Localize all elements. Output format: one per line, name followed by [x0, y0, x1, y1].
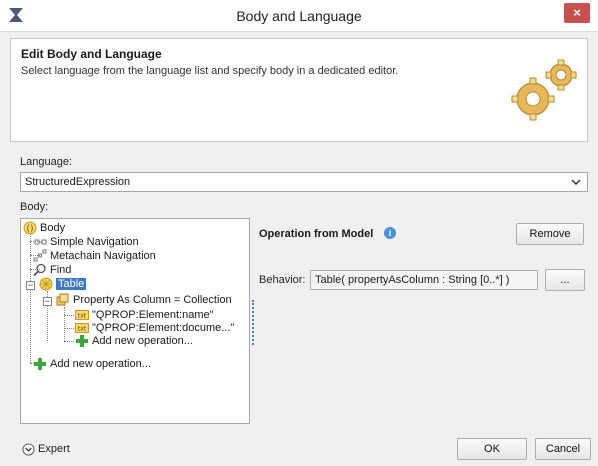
- table-icon: [39, 277, 53, 291]
- txt-icon: txt: [75, 310, 89, 320]
- language-label: Language:: [20, 156, 72, 168]
- tree-connector: [64, 307, 65, 341]
- browse-button[interactable]: ...: [545, 269, 585, 291]
- tree-item-label: Find: [50, 264, 72, 276]
- tree-item-property-as-column[interactable]: Property As Column = Collection: [56, 293, 232, 307]
- tree-item-add-operation[interactable]: Add new operation...: [33, 357, 151, 371]
- tree-item-label: Property As Column = Collection: [73, 294, 232, 306]
- tree-item-qprop-name[interactable]: txt "QPROP:Element:name": [75, 308, 214, 322]
- behavior-label: Behavior:: [259, 274, 306, 286]
- tree-item-simple-navigation[interactable]: Simple Navigation: [33, 235, 139, 249]
- collapse-toggle-icon[interactable]: −: [43, 297, 52, 306]
- tree-item-label: Metachain Navigation: [50, 250, 156, 262]
- gears-icon: [511, 59, 577, 121]
- chevron-down-circle-icon[interactable]: [22, 443, 35, 456]
- svg-text:txt: txt: [78, 326, 87, 333]
- tree-item-label: Add new operation...: [50, 358, 151, 370]
- add-icon: [76, 335, 88, 347]
- tree-connector: [64, 315, 74, 316]
- tree-item-add-operation-nested[interactable]: Add new operation...: [75, 334, 193, 348]
- svg-text:txt: txt: [78, 313, 87, 320]
- body-icon: (): [23, 221, 37, 235]
- chevron-down-icon: [571, 179, 581, 186]
- operation-title: Operation from Model: [259, 228, 374, 240]
- remove-button[interactable]: Remove: [516, 223, 584, 245]
- close-button[interactable]: ×: [564, 3, 590, 23]
- tree-item-label: Simple Navigation: [50, 236, 139, 248]
- body-tree[interactable]: () Body Simple Navigation Metachain Navi…: [20, 218, 250, 424]
- tree-item-qprop-documentation[interactable]: txt "QPROP:Element:docume...": [75, 321, 234, 335]
- splitter-handle[interactable]: [252, 300, 255, 345]
- body-label: Body:: [20, 201, 49, 213]
- language-select[interactable]: StructuredExpression: [20, 172, 588, 192]
- header-description: Select language from the language list a…: [21, 65, 399, 77]
- tree-item-metachain-navigation[interactable]: Metachain Navigation: [33, 249, 156, 263]
- window-title: Body and Language: [236, 8, 362, 24]
- cancel-button[interactable]: Cancel: [535, 438, 591, 460]
- title-bar: Body and Language ×: [0, 0, 598, 32]
- collection-icon: [56, 293, 69, 306]
- svg-text:(): (): [26, 225, 33, 235]
- ok-button[interactable]: OK: [457, 438, 527, 460]
- tree-item-table[interactable]: Table: [39, 277, 87, 291]
- header-panel: Edit Body and Language Select language f…: [10, 38, 588, 142]
- collapse-toggle-icon[interactable]: −: [26, 281, 35, 290]
- tree-item-label: Add new operation...: [92, 335, 193, 347]
- tree-connector: [64, 341, 74, 342]
- txt-icon: txt: [75, 323, 89, 333]
- tree-item-label: Body: [40, 222, 66, 234]
- tree-item-find[interactable]: Find: [33, 263, 71, 277]
- tree-connector: [64, 328, 74, 329]
- simple-navigation-icon: [34, 239, 47, 245]
- tree-item-label: Table: [56, 278, 87, 290]
- expert-label[interactable]: Expert: [38, 443, 70, 455]
- header-title: Edit Body and Language: [21, 47, 162, 61]
- tree-item-label: "QPROP:Element:name": [92, 309, 214, 321]
- behavior-field[interactable]: Table( propertyAsColumn : String [0..*] …: [310, 270, 538, 290]
- info-icon[interactable]: i: [384, 227, 396, 239]
- add-icon: [34, 358, 46, 370]
- tree-connector: [30, 233, 31, 363]
- tree-item-label: "QPROP:Element:docume...": [92, 322, 235, 334]
- tree-item-body[interactable]: () Body: [23, 221, 65, 235]
- metachain-navigation-icon: [33, 249, 47, 262]
- find-icon: [33, 263, 46, 277]
- language-select-value: StructuredExpression: [25, 176, 131, 188]
